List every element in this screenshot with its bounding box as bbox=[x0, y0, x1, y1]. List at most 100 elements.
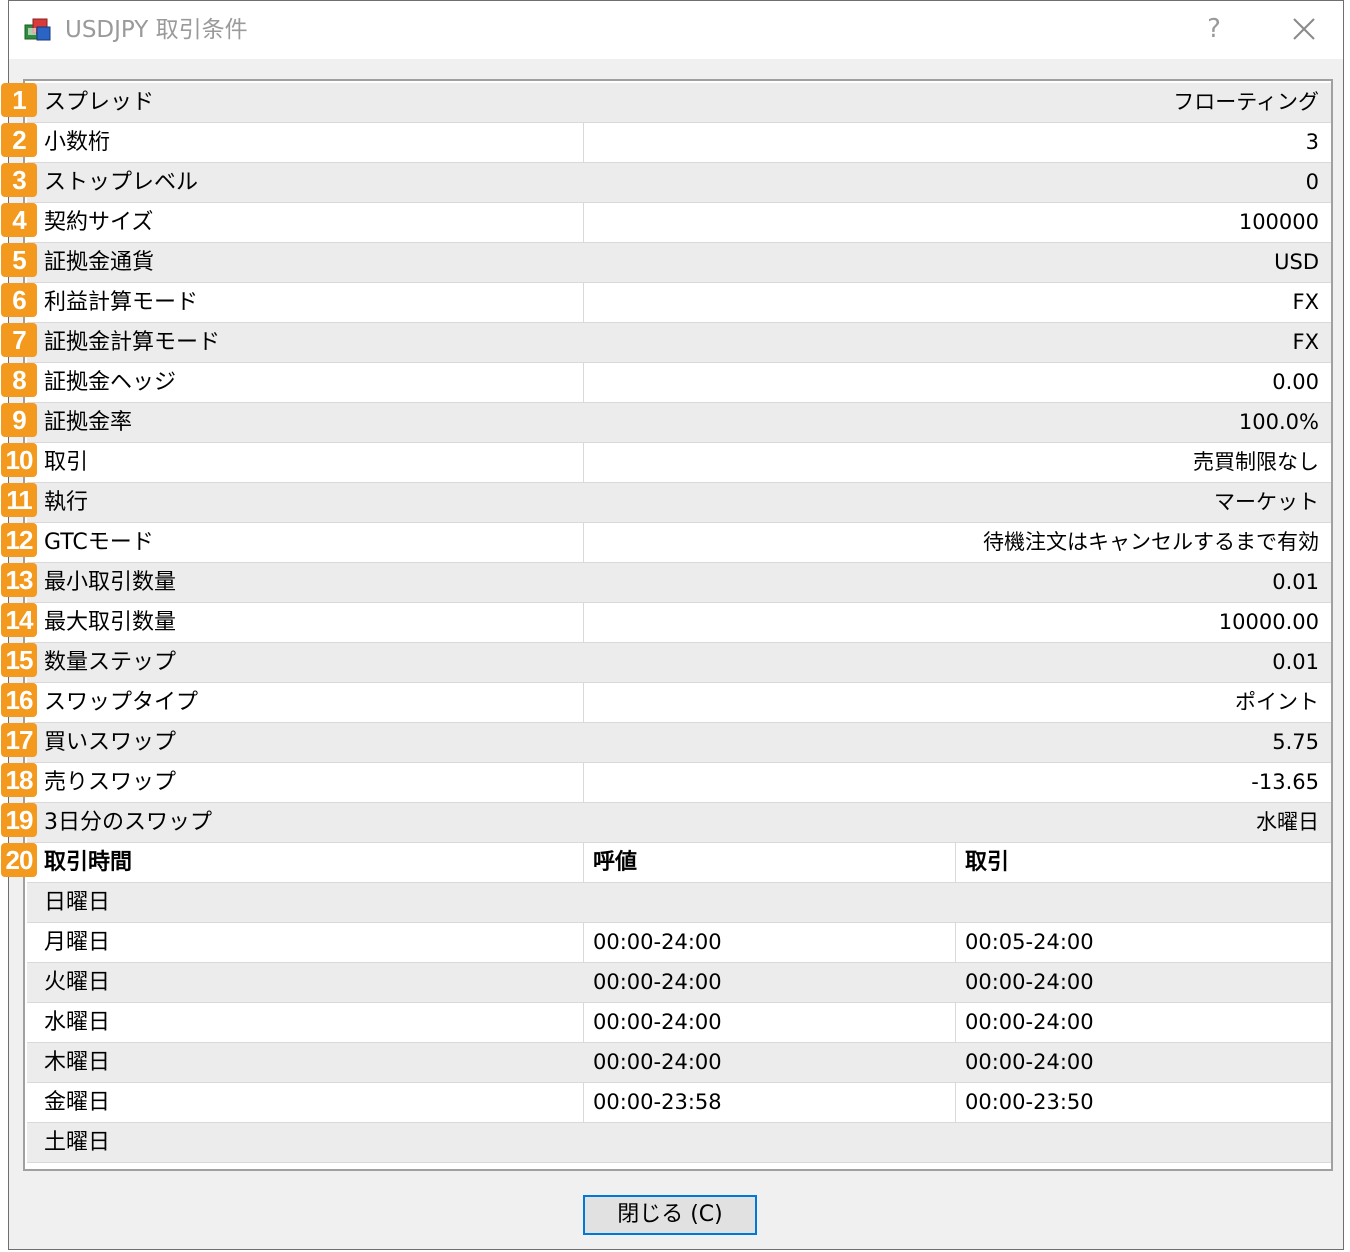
row-number-badge: 9 bbox=[1, 403, 37, 437]
property-row[interactable]: 小数桁 3 bbox=[27, 123, 1331, 163]
property-value: USD bbox=[1274, 250, 1319, 274]
property-value: 0 bbox=[1305, 170, 1319, 194]
property-label: GTCモード bbox=[44, 530, 154, 555]
session-trade-hours: 00:00-23:50 bbox=[965, 1090, 1094, 1114]
property-row[interactable]: 証拠金ヘッジ 0.00 bbox=[27, 363, 1331, 403]
property-label: 数量ステップ bbox=[44, 650, 177, 675]
property-row[interactable]: 最大取引数量 10000.00 bbox=[27, 603, 1331, 643]
session-row[interactable]: 木曜日 00:00-24:00 00:00-24:00 bbox=[27, 1043, 1331, 1083]
row-number-badge: 2 bbox=[1, 123, 37, 157]
property-value: 待機注文はキャンセルするまで有効 bbox=[983, 530, 1319, 554]
session-row[interactable]: 月曜日 00:00-24:00 00:05-24:00 bbox=[27, 923, 1331, 963]
session-row[interactable]: 土曜日 bbox=[27, 1123, 1331, 1163]
row-number-badge: 4 bbox=[1, 203, 37, 237]
row-number-badge: 15 bbox=[1, 643, 37, 677]
property-value: 100.0% bbox=[1238, 410, 1319, 434]
property-value: -13.65 bbox=[1251, 770, 1319, 794]
session-day: 日曜日 bbox=[44, 890, 111, 915]
sessions-header-row: 取引時間 呼値 取引 bbox=[27, 843, 1331, 883]
row-number-badge: 7 bbox=[1, 323, 37, 357]
property-value: フローティング bbox=[1173, 90, 1319, 114]
sessions-header-trade: 取引 bbox=[965, 850, 1010, 875]
row-number-badge: 6 bbox=[1, 283, 37, 317]
session-quote-hours: 00:00-24:00 bbox=[593, 970, 722, 994]
property-label: 証拠金ヘッジ bbox=[44, 370, 177, 395]
session-trade-hours: 00:00-24:00 bbox=[965, 970, 1094, 994]
property-value: 水曜日 bbox=[1256, 810, 1319, 834]
session-day: 土曜日 bbox=[44, 1130, 111, 1155]
session-trade-hours: 00:00-24:00 bbox=[965, 1050, 1094, 1074]
property-row[interactable]: スプレッド フローティング bbox=[27, 83, 1331, 123]
row-number-badge: 1 bbox=[1, 83, 37, 117]
property-row[interactable]: 執行 マーケット bbox=[27, 483, 1331, 523]
session-day: 木曜日 bbox=[44, 1050, 111, 1075]
session-day: 水曜日 bbox=[44, 1010, 111, 1035]
property-value: 5.75 bbox=[1272, 730, 1319, 754]
property-label: 最小取引数量 bbox=[44, 570, 177, 595]
property-label: 売りスワップ bbox=[44, 770, 177, 795]
property-value: 売買制限なし bbox=[1193, 450, 1319, 474]
property-label: スワップタイプ bbox=[44, 690, 199, 715]
property-value: 0.00 bbox=[1272, 370, 1319, 394]
property-label: 証拠金率 bbox=[44, 410, 133, 435]
session-row[interactable]: 水曜日 00:00-24:00 00:00-24:00 bbox=[27, 1003, 1331, 1043]
sessions-header-title: 取引時間 bbox=[44, 850, 133, 875]
row-number-badge: 12 bbox=[1, 523, 37, 557]
property-value: マーケット bbox=[1214, 490, 1319, 514]
property-row[interactable]: 買いスワップ 5.75 bbox=[27, 723, 1331, 763]
property-row[interactable]: 数量ステップ 0.01 bbox=[27, 643, 1331, 683]
property-row[interactable]: 証拠金率 100.0% bbox=[27, 403, 1331, 443]
property-label: スプレッド bbox=[44, 90, 155, 115]
property-label: 証拠金計算モード bbox=[44, 330, 221, 355]
property-row[interactable]: ストップレベル 0 bbox=[27, 163, 1331, 203]
property-label: 執行 bbox=[44, 490, 89, 515]
property-label: 利益計算モード bbox=[44, 290, 199, 315]
property-row[interactable]: 3日分のスワップ 水曜日 bbox=[27, 803, 1331, 843]
property-row[interactable]: 最小取引数量 0.01 bbox=[27, 563, 1331, 603]
row-number-badge: 20 bbox=[1, 843, 37, 877]
row-number-badge: 19 bbox=[1, 803, 37, 837]
properties-list: スプレッド フローティング 小数桁 3 ストップレベル 0 契約サイズ 100000 証拠金通貨… bbox=[23, 79, 1333, 1171]
row-number-badge: 3 bbox=[1, 163, 37, 197]
session-row[interactable]: 金曜日 00:00-23:58 00:00-23:50 bbox=[27, 1083, 1331, 1123]
property-row[interactable]: 証拠金計算モード FX bbox=[27, 323, 1331, 363]
property-row[interactable]: 利益計算モード FX bbox=[27, 283, 1331, 323]
property-row[interactable]: 契約サイズ 100000 bbox=[27, 203, 1331, 243]
session-trade-hours: 00:00-24:00 bbox=[965, 1010, 1094, 1034]
close-button[interactable]: 閉じる (C) bbox=[583, 1195, 757, 1235]
symbol-properties-window: USDJPY 取引条件 ? スプレッド フローティング小数桁 3 ストップレベル 0 契約… bbox=[8, 0, 1344, 1250]
row-number-badge: 16 bbox=[1, 683, 37, 717]
property-label: 証拠金通貨 bbox=[44, 250, 155, 275]
sessions-header-quote: 呼値 bbox=[593, 850, 638, 875]
session-day: 月曜日 bbox=[44, 930, 111, 955]
session-row[interactable]: 火曜日 00:00-24:00 00:00-24:00 bbox=[27, 963, 1331, 1003]
window-title: USDJPY 取引条件 bbox=[65, 17, 248, 43]
session-quote-hours: 00:00-24:00 bbox=[593, 1050, 722, 1074]
row-number-badge: 10 bbox=[1, 443, 37, 477]
session-quote-hours: 00:00-24:00 bbox=[593, 1010, 722, 1034]
property-row[interactable]: スワップタイプ ポイント bbox=[27, 683, 1331, 723]
property-value: 0.01 bbox=[1272, 650, 1319, 674]
property-label: 3日分のスワップ bbox=[44, 810, 212, 835]
property-label: 最大取引数量 bbox=[44, 610, 177, 635]
property-value: 3 bbox=[1305, 130, 1319, 154]
property-row[interactable]: 取引 売買制限なし bbox=[27, 443, 1331, 483]
property-row[interactable]: 証拠金通貨 USD bbox=[27, 243, 1331, 283]
property-label: 取引 bbox=[44, 450, 89, 475]
property-value: FX bbox=[1292, 330, 1319, 354]
row-number-badge: 18 bbox=[1, 763, 37, 797]
session-day: 火曜日 bbox=[44, 970, 111, 995]
property-row[interactable]: GTCモード 待機注文はキャンセルするまで有効 bbox=[27, 523, 1331, 563]
row-number-badge: 14 bbox=[1, 603, 37, 637]
property-row[interactable]: 売りスワップ -13.65 bbox=[27, 763, 1331, 803]
property-value: ポイント bbox=[1235, 690, 1319, 714]
property-value: 10000.00 bbox=[1218, 610, 1319, 634]
row-number-badge: 17 bbox=[1, 723, 37, 757]
session-row[interactable]: 日曜日 bbox=[27, 883, 1331, 923]
row-number-badge: 5 bbox=[1, 243, 37, 277]
row-number-badge: 11 bbox=[1, 483, 37, 517]
property-value: FX bbox=[1292, 290, 1319, 314]
row-number-badge: 8 bbox=[1, 363, 37, 397]
help-button[interactable]: ? bbox=[1189, 9, 1239, 49]
close-icon[interactable] bbox=[1279, 9, 1329, 49]
